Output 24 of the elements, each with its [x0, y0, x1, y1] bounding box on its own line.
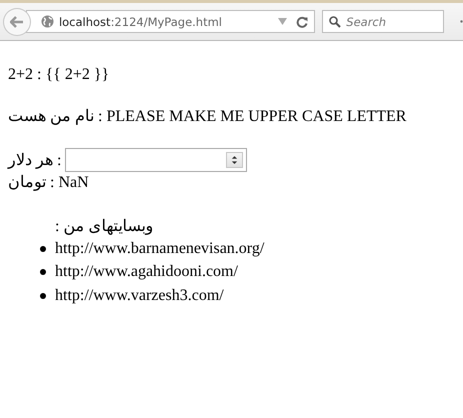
url-text: http://www.varzesh3.com/: [55, 286, 224, 305]
dollar-label: هر دلار :: [8, 151, 62, 170]
toman-text: تومان : NaN: [8, 173, 90, 193]
dropdown-arrow-icon[interactable]: [278, 18, 288, 25]
back-arrow-icon: [10, 16, 24, 28]
search-bar[interactable]: Search: [322, 10, 444, 33]
bullet-icon: [40, 269, 46, 276]
bullet-icon: [40, 246, 46, 252]
address-text: localhost:2124/MyPage.html: [58, 14, 223, 28]
name-text: نام من هست : PLEASE MAKE ME UPPER CASE LETTER: [8, 107, 408, 127]
more-icon[interactable]: [460, 20, 463, 23]
url-text: http://www.barnamenevisan.org/: [55, 240, 264, 258]
reload-icon[interactable]: [296, 16, 308, 28]
search-icon: [329, 16, 342, 28]
address-bar[interactable]: localhost:2124/MyPage.html: [26, 10, 316, 33]
url-text: http://www.agahidooni.com/: [55, 263, 238, 282]
back-button[interactable]: [3, 8, 31, 36]
sites-heading: وبسایتهای من :: [54, 217, 154, 237]
spinner-icon[interactable]: [226, 152, 244, 168]
globe-icon: [40, 15, 54, 28]
bullet-icon: [40, 292, 46, 299]
expression-text: 2+2 : {{ 2+2 }}: [8, 65, 110, 85]
search-input[interactable]: Search: [346, 14, 426, 28]
number-input-field[interactable]: [65, 148, 248, 172]
